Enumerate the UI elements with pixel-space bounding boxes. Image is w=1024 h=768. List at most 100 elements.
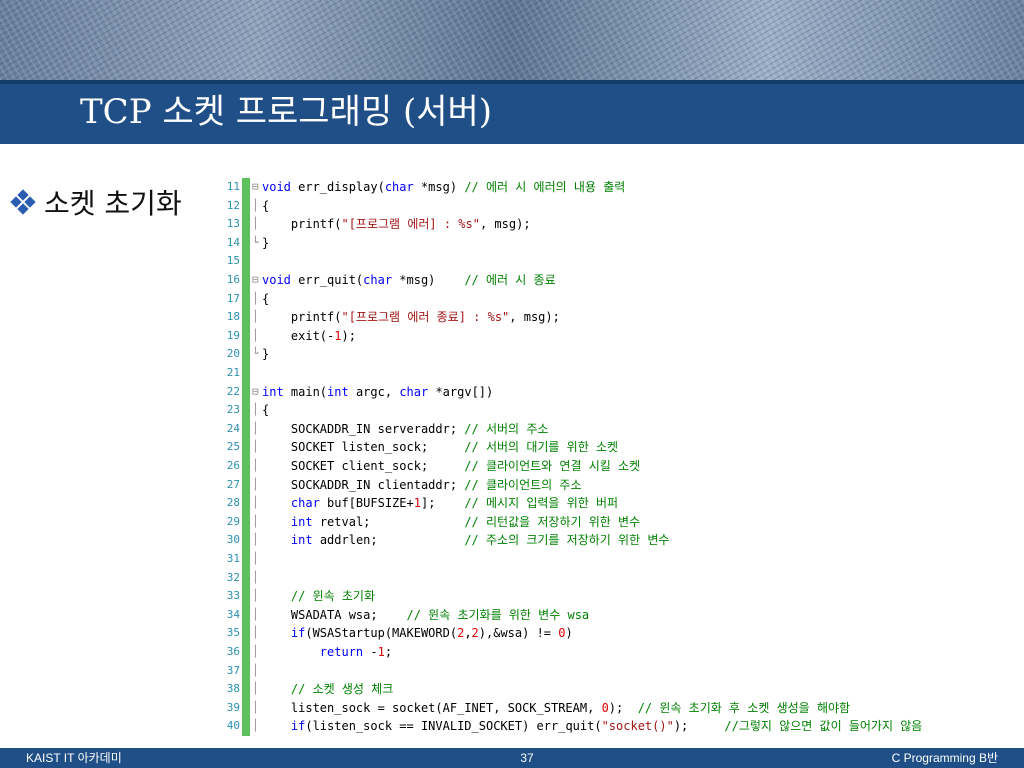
code-text: int main(int argc, char *argv[]) xyxy=(262,383,493,402)
code-token: , msg); xyxy=(509,310,560,325)
code-token: // 메시지 입력을 위한 버퍼 xyxy=(464,496,619,511)
code-text: SOCKADDR_IN serveraddr; // 서버의 주소 xyxy=(262,420,549,439)
code-line: 26 │ SOCKET client_sock; // 클라이언트와 연결 시킬 … xyxy=(216,457,1006,476)
code-token: // 클라이언트와 연결 시킬 소켓 xyxy=(464,459,641,473)
code-token: if xyxy=(290,719,306,734)
fold-marker-icon: │ xyxy=(252,328,259,342)
fold-marker-icon: │ xyxy=(252,421,259,435)
code-line: 11 ⊟ void err_display(char *msg) // 에러 시 에… xyxy=(216,178,1006,197)
code-token: if xyxy=(290,626,306,641)
code-token: - xyxy=(363,645,378,659)
code-token: 0 xyxy=(601,700,609,715)
fold-marker-icon: │ xyxy=(252,291,259,305)
line-number: 28 xyxy=(226,496,240,510)
code-token: // 클라이언트의 주소 xyxy=(464,477,582,492)
code-token: 0 xyxy=(558,626,566,641)
code-token: return xyxy=(319,645,364,659)
fold-marker-icon: │ xyxy=(252,645,259,658)
line-number: 21 xyxy=(226,366,240,379)
code-line: 21 xyxy=(216,364,1006,383)
footer-course: C Programming B반 xyxy=(891,751,998,765)
code-text: } xyxy=(262,345,269,364)
code-line: 28 │ char buf[BUFSIZE+1]; // 메시지 입력을 위한 버… xyxy=(216,494,1006,513)
code-token: main( xyxy=(283,384,328,399)
fold-marker-icon: │ xyxy=(252,589,259,603)
code-token: { xyxy=(262,198,270,213)
code-token: // 에러 시 종료 xyxy=(464,273,556,287)
code-token: 1 xyxy=(413,496,421,511)
line-number: 40 xyxy=(226,719,240,733)
fold-marker-icon: │ xyxy=(252,217,259,231)
code-text: int addrlen; // 주소의 크기를 저장하기 위한 변수 xyxy=(262,531,670,550)
code-line: 32 │ xyxy=(216,569,1006,588)
code-token: ; xyxy=(384,645,393,659)
code-token: // 에러 시 에러의 내용 출력 xyxy=(464,180,626,194)
code-token: (WSAStartup(MAKEWORD( xyxy=(305,626,458,641)
code-token: ); xyxy=(673,719,725,734)
code-token: WSADATA wsa; xyxy=(262,607,407,622)
code-token: *argv[]) xyxy=(428,384,494,399)
code-text: int retval; // 리턴값을 저장하기 위한 변수 xyxy=(262,513,640,532)
code-token: argc, xyxy=(348,384,400,399)
code-token: , xyxy=(464,626,472,641)
fold-marker-icon: │ xyxy=(252,496,259,510)
line-number: 22 xyxy=(226,384,240,398)
code-token: // 서버의 대기를 위한 소켓 xyxy=(464,440,619,455)
fold-marker-icon: │ xyxy=(252,719,259,733)
fold-marker-icon: │ xyxy=(252,440,259,454)
code-token: ); xyxy=(341,328,356,343)
line-number: 17 xyxy=(226,291,240,305)
code-text: printf("[프로그램 에러 종료] : %s", msg); xyxy=(262,308,560,327)
code-line: 29 │ int retval; // 리턴값을 저장하기 위한 변수 xyxy=(216,513,1006,532)
fold-marker-icon: │ xyxy=(252,663,259,677)
line-number: 18 xyxy=(226,310,240,324)
code-token: char xyxy=(399,384,429,399)
line-number: 38 xyxy=(226,682,240,696)
code-token: printf( xyxy=(262,310,342,325)
fold-marker-icon: │ xyxy=(252,403,259,417)
line-number: 26 xyxy=(226,459,240,472)
code-text: // 소켓 생성 체크 xyxy=(262,680,393,699)
line-number: 19 xyxy=(226,328,240,342)
code-line: 38 │ // 소켓 생성 체크 xyxy=(216,680,1006,699)
code-line: 12 │{ xyxy=(216,197,1006,216)
diamond-bullet-icon xyxy=(10,189,36,215)
code-text: return -1; xyxy=(262,643,392,662)
line-number: 16 xyxy=(226,273,240,286)
code-text: exit(-1); xyxy=(262,327,356,346)
line-number: 13 xyxy=(226,217,240,231)
fold-marker-icon: │ xyxy=(252,477,259,491)
code-token: // 윈속 초기화를 위한 변수 wsa xyxy=(406,607,590,622)
line-number: 35 xyxy=(226,626,240,640)
fold-marker-icon: │ xyxy=(252,514,259,528)
code-line: 40 │ if(listen_sock == INVALID_SOCKET) er… xyxy=(216,717,1006,736)
line-number: 33 xyxy=(226,589,240,603)
footer-organization: KAIST IT 아카데미 xyxy=(26,751,122,765)
code-token: *msg) xyxy=(413,180,465,194)
code-token: char xyxy=(384,180,414,194)
code-token: //그렇지 않으면 값이 들어가지 않음 xyxy=(724,719,923,734)
code-token: char xyxy=(363,273,393,287)
code-token: } xyxy=(262,235,270,250)
code-text: WSADATA wsa; // 윈속 초기화를 위한 변수 wsa xyxy=(262,606,589,625)
code-line: 19 │ exit(-1); xyxy=(216,327,1006,346)
line-number: 25 xyxy=(226,440,240,454)
code-line: 23 │{ xyxy=(216,401,1006,420)
code-text: // 윈속 초기화 xyxy=(262,587,375,606)
code-token: err_display( xyxy=(290,180,385,194)
code-token: { xyxy=(262,403,270,418)
code-token: err_quit( xyxy=(290,273,364,287)
code-line: 16 ⊟ void err_quit(char *msg) // 에러 시 종료 xyxy=(216,271,1006,290)
code-token: // 윈속 초기화 xyxy=(290,589,376,604)
bullet-text: 소켓 초기화 xyxy=(44,187,182,220)
code-token: addrlen; xyxy=(312,533,465,548)
fold-marker-icon: │ xyxy=(252,310,259,324)
code-token: SOCKADDR_IN clientaddr; xyxy=(262,477,465,492)
code-token: { xyxy=(262,291,270,306)
code-text: SOCKET listen_sock; // 서버의 대기를 위한 소켓 xyxy=(262,438,618,457)
code-line: 13 │ printf("[프로그램 에러] : %s", msg); xyxy=(216,215,1006,234)
code-token: buf[BUFSIZE+ xyxy=(319,496,414,511)
